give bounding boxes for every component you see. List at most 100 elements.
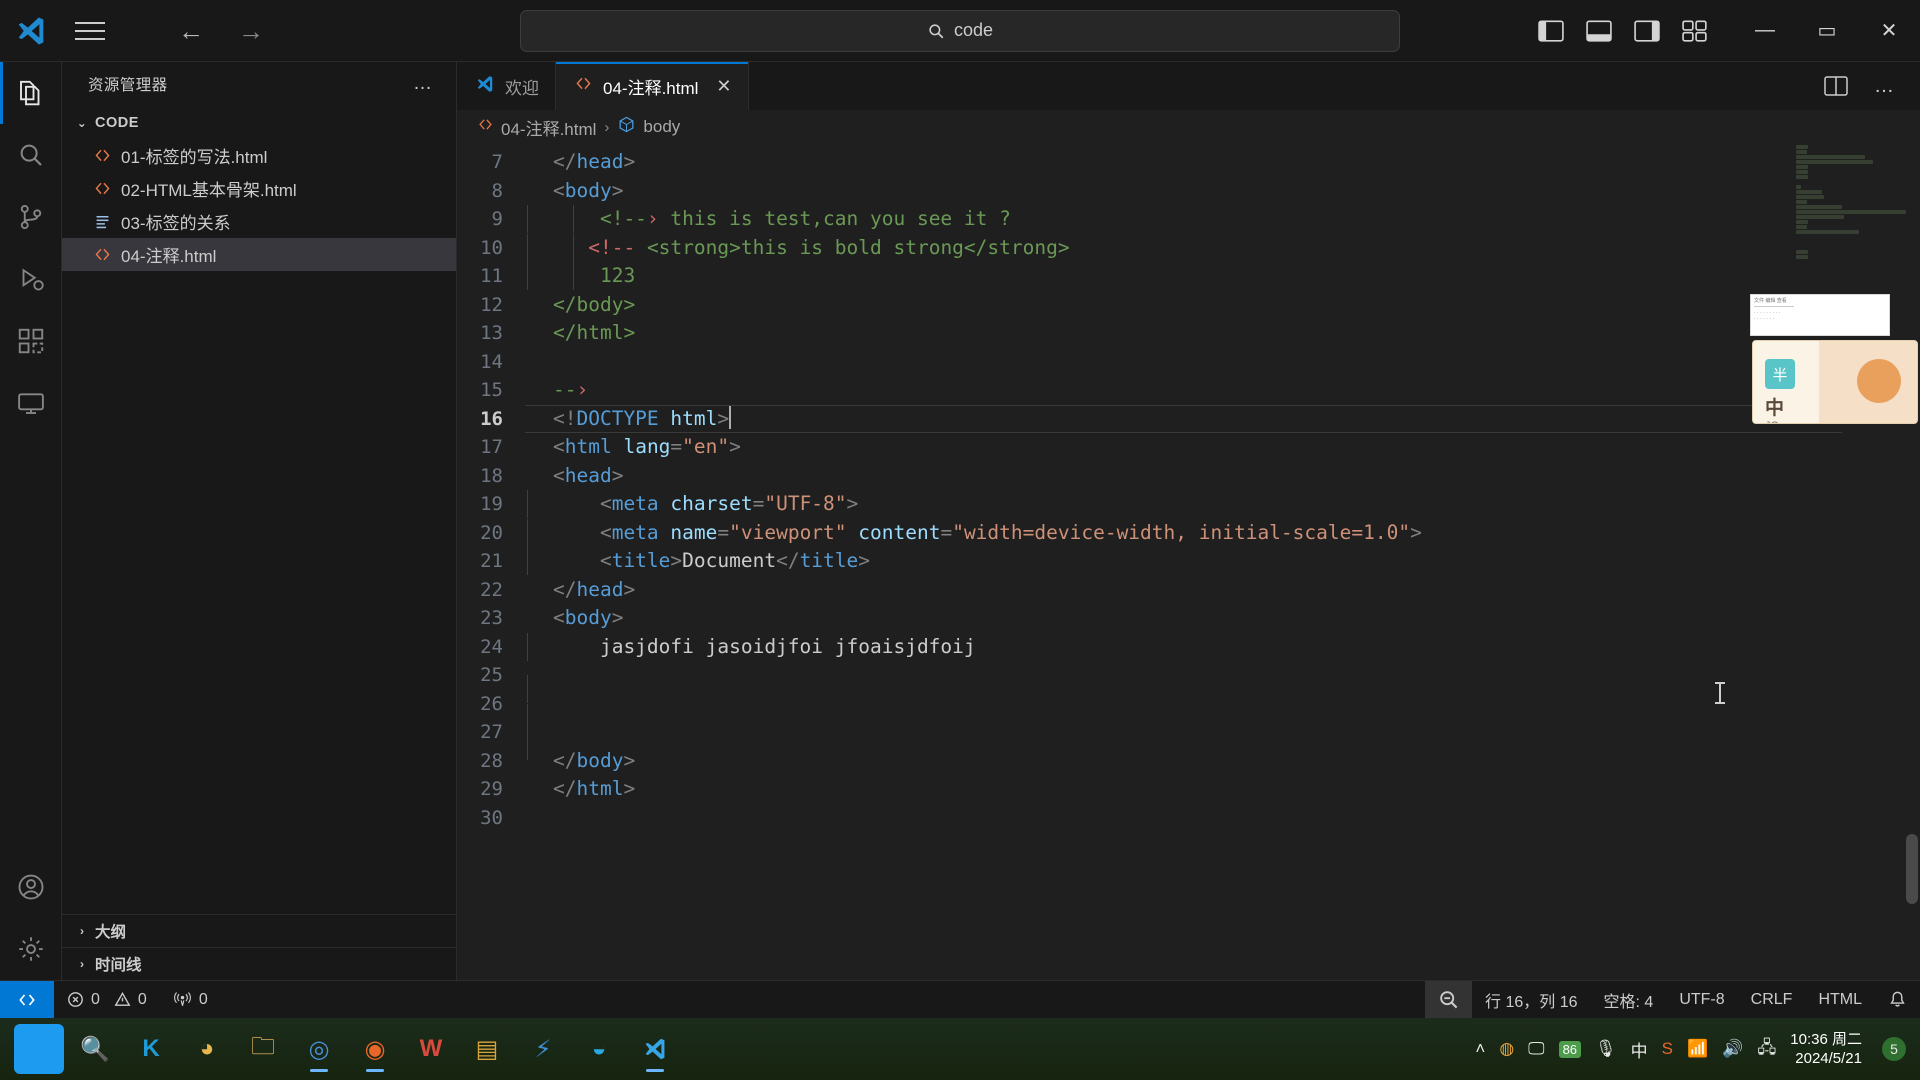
code-line[interactable]: 18 <head> <box>457 462 1920 491</box>
taskbar-item-search[interactable]: 🔍 <box>70 1024 120 1074</box>
code-line[interactable]: 14 <box>457 348 1920 377</box>
minimize-button[interactable]: — <box>1734 0 1796 61</box>
hamburger-menu-icon[interactable] <box>62 21 118 40</box>
outline-section[interactable]: › 大纲 <box>62 914 456 947</box>
breadcrumb-symbol[interactable]: body <box>617 115 680 139</box>
sidebar-item-run-and-debug[interactable] <box>0 248 62 310</box>
tab-welcome[interactable]: 欢迎 <box>457 62 556 110</box>
sidebar-item-remote-explorer[interactable] <box>0 372 62 434</box>
minimap[interactable] <box>1796 144 1906 980</box>
code-line[interactable]: 13 </html> <box>457 319 1920 348</box>
customize-layout-icon[interactable] <box>1682 19 1708 42</box>
code-line[interactable]: 12 </body> <box>457 291 1920 320</box>
code-line[interactable]: 19 <meta charset="UTF-8"> <box>457 490 1920 519</box>
remote-window-button[interactable] <box>0 981 54 1018</box>
forward-arrow-icon[interactable]: → <box>238 18 264 44</box>
status-eol[interactable]: CRLF <box>1738 981 1806 1018</box>
file-item-01[interactable]: 01-标签的写法.html <box>62 139 456 172</box>
code-line[interactable]: 8 <body> <box>457 177 1920 206</box>
code-line[interactable]: 10 <!-- <strong>this is bold strong</str… <box>457 233 1920 263</box>
notification-count-badge[interactable]: 5 <box>1882 1037 1906 1061</box>
windows-start-icon[interactable] <box>14 1024 64 1074</box>
code-line[interactable]: 24 jasjdofi jasoidjfoi jfoaisjdfoij <box>457 632 1920 662</box>
maximize-button[interactable]: ▭ <box>1796 0 1858 61</box>
taskbar-clock[interactable]: 10:36 周二 2024/5/21 <box>1790 1030 1868 1068</box>
breadcrumb-file[interactable]: 04-注释.html <box>477 115 596 140</box>
code-token: jasjdofi jasoidjfoi jfoaisjdfoij <box>553 634 976 658</box>
code-line[interactable]: 26 <box>457 690 1920 732</box>
more-actions-icon[interactable]: … <box>1874 75 1896 98</box>
timeline-section[interactable]: › 时间线 <box>62 947 456 980</box>
volume-icon[interactable]: 🔊 <box>1722 1039 1743 1059</box>
status-search-magnifier[interactable] <box>1425 981 1473 1018</box>
vertical-scrollbar[interactable] <box>1906 834 1918 904</box>
status-language-mode[interactable]: HTML <box>1805 981 1875 1018</box>
code-line[interactable]: 17 <html lang="en"> <box>457 433 1920 462</box>
code-line[interactable]: 16 <!DOCTYPE html> <box>457 404 1920 433</box>
battery-icon[interactable]: 86 <box>1558 1040 1582 1058</box>
ime-icon[interactable]: 中 <box>1631 1037 1648 1062</box>
status-cursor-position[interactable]: 行 16，列 16 <box>1472 981 1591 1018</box>
sogou-icon[interactable]: S <box>1662 1039 1673 1059</box>
taskbar-item-app-yellow[interactable]: ▤ <box>462 1024 512 1074</box>
code-line[interactable]: 28 </body> <box>457 747 1920 776</box>
wifi-icon[interactable]: 📶 <box>1687 1039 1708 1059</box>
taskbar-item-thunder[interactable]: ⚡ <box>518 1024 568 1074</box>
chrome-tray-icon[interactable]: ◍ <box>1499 1039 1514 1059</box>
taskbar-item-vscode[interactable] <box>630 1024 680 1074</box>
taskbar-item-mango[interactable]: ◕ <box>182 1024 232 1074</box>
microphone-icon[interactable]: 🎙 <box>1595 1039 1617 1059</box>
code-line[interactable]: 25 <box>457 661 1920 704</box>
floating-note-window[interactable]: 文件 编辑 查看 ———————— · · · · · · · · · · · · ·… <box>1750 294 1890 336</box>
file-item-04[interactable]: 04-注释.html <box>62 238 456 271</box>
status-indentation[interactable]: 空格: 4 <box>1591 981 1667 1018</box>
taskbar-item-kugou[interactable]: K <box>126 1024 176 1074</box>
toggle-primary-sidebar-icon[interactable] <box>1538 19 1564 42</box>
search-input[interactable]: code <box>520 9 1400 52</box>
status-ports[interactable]: 0 <box>160 981 221 1018</box>
status-encoding[interactable]: UTF-8 <box>1666 981 1737 1018</box>
code-line[interactable]: 22 </head> <box>457 576 1920 605</box>
floating-sticker-widget[interactable]: 半 中 JQ <box>1752 340 1918 424</box>
taskbar-item-edge[interactable]: ◒ <box>574 1024 624 1074</box>
network-icon[interactable]: 🖧 <box>1757 1035 1776 1064</box>
taskbar-item-chrome[interactable]: ◎ <box>294 1024 344 1074</box>
taskbar-item-file-explorer[interactable]: 🗀 <box>238 1024 288 1074</box>
code-line[interactable]: 20 <meta name="viewport" content="width=… <box>457 518 1920 548</box>
tray-expand-icon[interactable]: ˄ <box>1475 1039 1485 1059</box>
accounts-button[interactable] <box>0 856 62 918</box>
code-editor[interactable]: 7 </head> 8 <body> 9 <!--› this is test,can … <box>457 144 1920 980</box>
close-button[interactable]: ✕ <box>1858 0 1920 61</box>
code-line[interactable]: 27 <box>457 718 1920 761</box>
code-line[interactable]: 23 <body> <box>457 604 1920 633</box>
taskbar-item-wps[interactable]: W <box>406 1024 456 1074</box>
code-line[interactable]: 21 <title>Document</title> <box>457 547 1920 576</box>
status-notifications[interactable] <box>1875 981 1920 1018</box>
sidebar-more-actions-icon[interactable]: … <box>403 73 444 95</box>
manage-settings-button[interactable] <box>0 918 62 980</box>
tab-04-comment-html[interactable]: 04-注释.html ✕ <box>556 62 749 110</box>
display-icon[interactable]: 🖵 <box>1528 1039 1544 1059</box>
code-line[interactable]: 9 <!--› this is test,can you see it ? <box>457 205 1920 234</box>
explorer-folder-section[interactable]: ⌄ CODE <box>62 106 456 139</box>
toggle-secondary-sidebar-icon[interactable] <box>1634 19 1660 42</box>
split-editor-icon[interactable] <box>1824 75 1848 97</box>
close-icon[interactable]: ✕ <box>716 76 731 97</box>
taskbar-item-firefox[interactable]: ◉ <box>350 1024 400 1074</box>
sidebar-item-search[interactable] <box>0 124 62 186</box>
file-item-02[interactable]: 02-HTML基本骨架.html <box>62 172 456 205</box>
code-line[interactable]: 30 <box>457 804 1920 833</box>
code-line[interactable]: 7 </head> <box>457 148 1920 177</box>
sidebar-item-source-control[interactable] <box>0 186 62 248</box>
line-number: 19 <box>480 493 503 515</box>
code-line[interactable]: 15 --› <box>457 376 1920 405</box>
code-line[interactable]: 11 123 <box>457 262 1920 291</box>
toggle-panel-icon[interactable] <box>1586 19 1612 42</box>
back-arrow-icon[interactable]: ← <box>178 18 204 44</box>
code-line[interactable]: 29 </html> <box>457 775 1920 804</box>
sidebar-item-extensions[interactable] <box>0 310 62 372</box>
file-label: 03-标签的关系 <box>121 214 231 233</box>
status-problems[interactable]: 0 0 <box>54 981 160 1018</box>
file-item-03[interactable]: 03-标签的关系 <box>62 205 456 238</box>
sidebar-item-explorer[interactable] <box>0 62 62 124</box>
